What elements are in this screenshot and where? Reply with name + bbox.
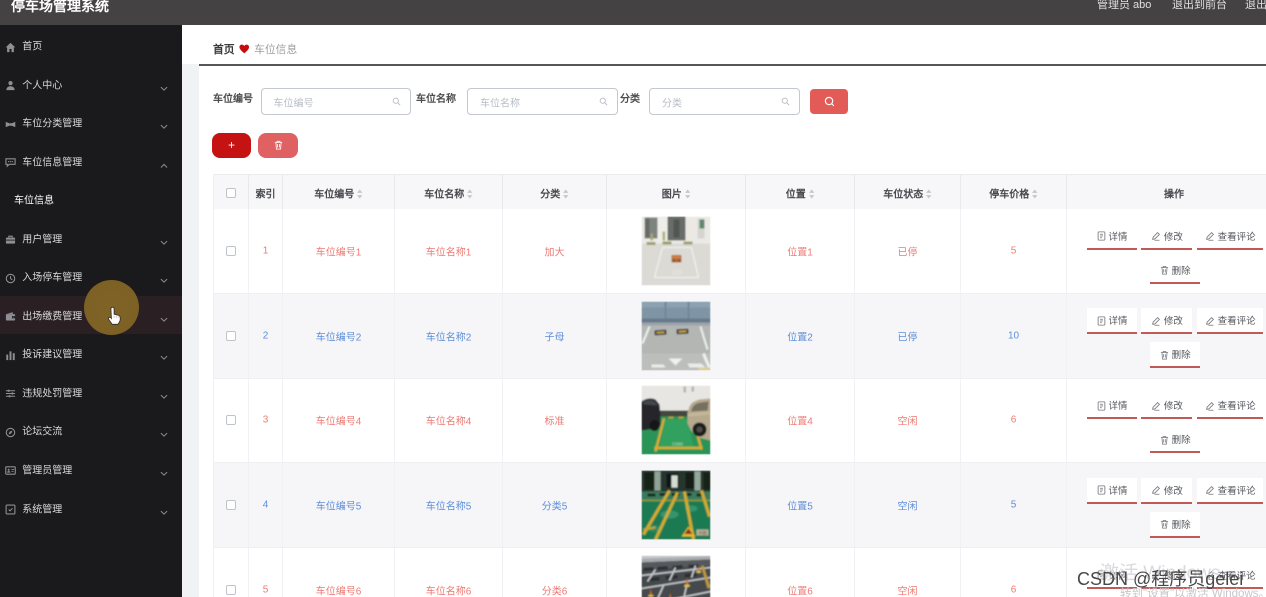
svg-text:中国: 中国: [699, 530, 707, 536]
svg-text:C096: C096: [672, 442, 683, 447]
svg-text:120: 120: [671, 270, 682, 276]
